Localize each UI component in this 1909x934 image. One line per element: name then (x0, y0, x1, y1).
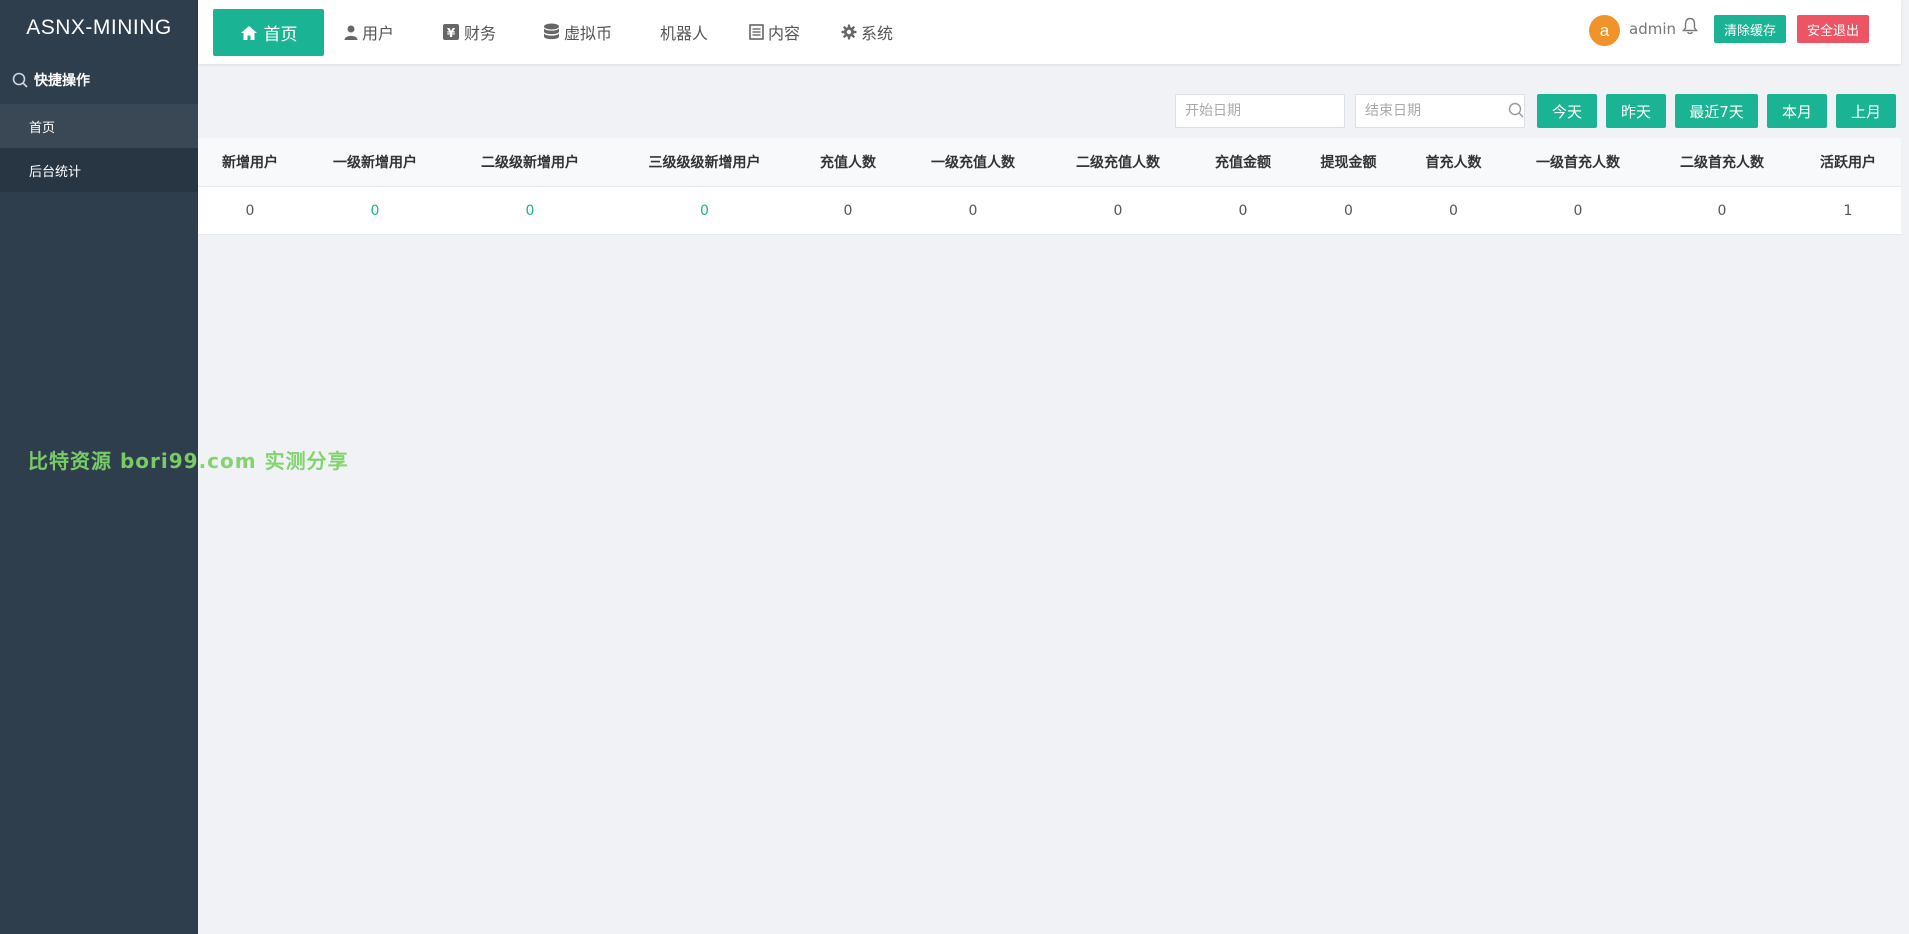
table-header-cell: 二级级新增用户 (481, 155, 579, 171)
table-header-cell: 二级充值人数 (1076, 155, 1160, 171)
nav-tab-user[interactable]: 用户 (344, 0, 394, 64)
nav-tab-label: 机器人 (660, 24, 709, 43)
table-cell: 0 (843, 202, 853, 219)
nav-tab-label: 用户 (362, 24, 395, 43)
table-header-cell: 首充人数 (1425, 155, 1482, 171)
table-header-cell: 新增用户 (222, 155, 278, 171)
nav-tab-label: 财务 (464, 24, 497, 43)
filter-last7days-button[interactable]: 最近7天 (1675, 94, 1758, 128)
username[interactable]: admin (1629, 20, 1676, 38)
filter-yesterday-button[interactable]: 昨天 (1606, 94, 1666, 128)
table-cell: 0 (1449, 202, 1458, 219)
table-header-cell: 三级级级新增用户 (648, 155, 761, 171)
nav-tab-content[interactable]: 内容 (749, 0, 800, 64)
table-cell: 0 (245, 202, 255, 219)
table-cell-link[interactable]: 0 (302, 187, 448, 234)
nav-tab-system[interactable]: 系统 (841, 0, 893, 64)
table-header-cell: 充值金额 (1215, 155, 1271, 171)
nav-tab-robot[interactable]: 机器人 (660, 0, 708, 64)
gear-icon (841, 24, 857, 40)
table-header-cell: 一级首充人数 (1536, 155, 1620, 171)
table-cell-link[interactable]: 0 (612, 187, 797, 234)
top-navbar: 首页 用户 ¥ 财务 虚拟币 机器人 内容 系统 a admin 清除缓存 安全… (198, 0, 1901, 64)
table-header-row: 新增用户 一级新增用户 二级级新增用户 三级级级新增用户 充值人数 一级充值人数… (198, 138, 1901, 187)
svg-text:¥: ¥ (447, 26, 456, 40)
table-cell: 0 (1113, 202, 1123, 219)
nav-tab-home[interactable]: 首页 (213, 9, 324, 56)
sidebar-item-stats[interactable]: 后台统计 (0, 148, 198, 192)
watermark-text: 比特资源 bori99.com 实测分享 (28, 449, 349, 473)
nav-tab-label: 首页 (263, 25, 298, 45)
table-row: 0 0 0 0 0 0 0 0 0 0 0 0 1 (198, 187, 1901, 235)
end-date-input[interactable] (1355, 94, 1525, 128)
table-header-cell: 一级新增用户 (333, 155, 417, 171)
table-cell: 0 (1573, 202, 1583, 219)
quick-actions-label: 快捷操作 (34, 73, 90, 89)
yen-icon: ¥ (443, 24, 459, 40)
search-icon[interactable] (1508, 102, 1524, 118)
table-cell-link[interactable]: 0 (448, 187, 612, 234)
document-icon (749, 24, 764, 40)
table-header-cell: 提现金额 (1320, 155, 1377, 171)
filter-this-month-button[interactable]: 本月 (1767, 94, 1827, 128)
avatar[interactable]: a (1589, 15, 1620, 46)
start-date-input[interactable] (1175, 94, 1345, 128)
table-header-cell: 二级首充人数 (1680, 155, 1764, 171)
table-header-cell: 一级充值人数 (931, 155, 1015, 171)
table-cell: 0 (968, 202, 978, 219)
home-icon (240, 25, 257, 40)
nav-tab-crypto[interactable]: 虚拟币 (543, 0, 612, 64)
brand-logo: ASNX-MINING (26, 16, 172, 39)
table-cell: 0 (1238, 202, 1248, 219)
logout-button[interactable]: 安全退出 (1797, 15, 1869, 43)
table-header-cell: 活跃用户 (1820, 155, 1876, 171)
nav-tab-label: 虚拟币 (564, 24, 613, 43)
sidebar-item-label: 首页 (29, 120, 56, 136)
nav-tab-label: 系统 (861, 24, 894, 43)
table-cell: 0 (1344, 202, 1353, 219)
database-icon (544, 23, 559, 40)
user-icon (344, 25, 358, 40)
filter-today-button[interactable]: 今天 (1537, 94, 1597, 128)
stats-table: 新增用户 一级新增用户 二级级新增用户 三级级级新增用户 充值人数 一级充值人数… (198, 138, 1901, 235)
table-cell: 1 (1843, 202, 1853, 219)
filter-last-month-button[interactable]: 上月 (1836, 94, 1896, 128)
sidebar-item-home[interactable]: 首页 (0, 104, 198, 148)
sidebar-item-label: 后台统计 (29, 164, 82, 180)
nav-tab-finance[interactable]: ¥ 财务 (442, 0, 496, 64)
table-cell: 0 (1717, 202, 1727, 219)
quick-actions-header[interactable]: 快捷操作 (0, 56, 198, 104)
table-header-cell: 充值人数 (820, 155, 876, 171)
nav-tab-label: 内容 (768, 24, 801, 43)
bell-icon[interactable] (1682, 17, 1698, 35)
search-icon (12, 72, 28, 88)
clear-cache-button[interactable]: 清除缓存 (1714, 15, 1786, 43)
